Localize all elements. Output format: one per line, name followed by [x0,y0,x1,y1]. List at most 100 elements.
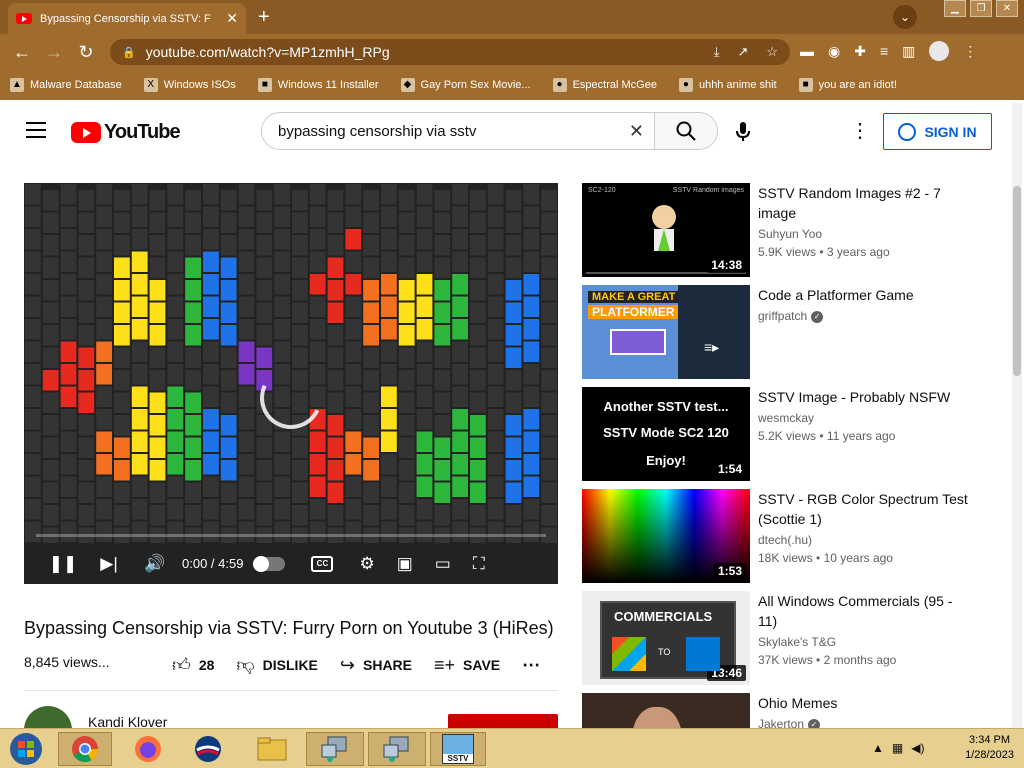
bookmark-item[interactable]: ▲ Malware Database [10,78,122,92]
address-bar[interactable]: 🔒 youtube.com/watch?v=MP1zmhH_RPg ⤓ ↗ ☆ [110,39,790,65]
recommendation-channel[interactable]: griffpatch ✓ [758,309,824,323]
mosaic-tile [149,482,166,503]
system-clock[interactable]: 3:34 PM 1/28/2023 [965,733,1014,763]
dislike-button[interactable]: 👎︎ DISLIKE [236,654,318,676]
install-icon[interactable]: ⤓ [714,44,720,60]
minimize-icon[interactable]: ▁ [944,0,966,17]
reload-icon[interactable]: ↻ [70,42,102,63]
mosaic-tile [452,229,468,250]
browser-menu-icon[interactable]: ⋮ [963,43,977,60]
recommendation-thumbnail[interactable]: 1:53 [582,489,750,583]
recommendation-item[interactable]: 1:53 SSTV - RGB Color Spectrum Test (Sco… [582,489,1002,583]
like-button[interactable]: 👍︎ 28 [172,654,214,676]
youtube-logo[interactable]: YouTube [71,121,181,144]
recommendation-thumbnail[interactable]: Another SSTV test... SSTV Mode SC2 120 Enj… [582,387,750,481]
search-input[interactable]: bypassing censorship via sstv ✕ [261,112,655,150]
recommendation-thumbnail[interactable]: SC2-120 SSTV Random images 14:38 [582,183,750,277]
recommendation-channel[interactable]: Suhyun Yoo [758,227,822,241]
recommendation-item[interactable]: COMMERCIALS TO 13:46 All Windows Commercia… [582,591,1002,685]
recommendation-title[interactable]: All Windows Commercials (95 - 11) [758,591,968,631]
view-count[interactable]: 8,845 views... [24,654,110,670]
mosaic-tile [416,184,433,205]
window-close-icon[interactable]: ✕ [996,0,1018,17]
recommendation-item[interactable]: Another SSTV test... SSTV Mode SC2 120 Enj… [582,387,1002,481]
tab-close-icon[interactable]: ✕ [226,10,238,27]
taskbar-network-1[interactable] [306,732,364,766]
taskbar-app[interactable] [186,732,230,766]
autoplay-toggle[interactable] [253,555,286,572]
back-icon[interactable]: ← [6,42,38,63]
bookmark-item[interactable]: X Windows ISOs [143,78,236,92]
taskbar-firefox[interactable] [126,732,170,766]
extensions-puzzle-icon[interactable]: ✚ [854,43,866,60]
captions-icon[interactable]: CC [311,555,334,572]
taskbar-network-2[interactable] [368,732,426,766]
clear-search-icon[interactable]: ✕ [629,121,644,142]
miniplayer-icon[interactable]: ▣ [397,554,413,574]
recommendation-title[interactable]: Ohio Memes [758,693,968,713]
share-button[interactable]: ↪ SHARE [340,655,412,676]
bookmark-favicon-icon: ◆ [400,78,415,92]
search-button[interactable] [654,112,718,150]
recommendation-item[interactable]: MAKE A GREATPLATFORMER15≡▸ Code a Platfo… [582,285,1002,379]
taskbar-sstv[interactable]: SSTV [430,732,486,766]
tab-search-icon[interactable]: ⌄ [893,5,917,29]
mosaic-tile [42,190,59,211]
mosaic-color-tile [78,347,95,368]
mosaic-tile [541,190,557,211]
recommendation-channel[interactable]: Skylake's T&G [758,635,836,649]
start-button[interactable] [6,732,46,766]
profile-avatar-icon[interactable] [929,41,950,61]
new-tab-icon[interactable]: + [258,6,270,29]
settings-gear-icon[interactable]: ⚙ [359,554,374,574]
extension-avatar-icon[interactable]: ◉ [828,43,840,60]
tray-expand-icon[interactable]: ▲ [872,741,884,755]
recommendation-channel[interactable]: dtech(.hu) [758,533,812,547]
recommendation-thumbnail[interactable]: COMMERCIALS TO 13:46 [582,591,750,685]
volume-tray-icon[interactable]: ◀) [911,741,924,755]
mosaic-tile [398,347,415,368]
fullscreen-icon[interactable]: ⛶ [473,554,485,574]
forward-icon[interactable]: → [38,42,70,63]
taskbar-chrome[interactable] [58,732,112,766]
recommendation-channel[interactable]: wesmckay [758,411,814,425]
media-queue-icon[interactable]: ≡ [880,43,888,59]
settings-menu-icon[interactable]: ⋮ [850,118,870,143]
recommendation-item[interactable]: SC2-120 SSTV Random images 14:38 SSTV Rand… [582,183,1002,277]
recommendation-title[interactable]: SSTV - RGB Color Spectrum Test (Scottie … [758,489,968,529]
side-panel-icon[interactable]: ▥ [902,43,915,60]
recommendation-title[interactable]: SSTV Image - Probably NSFW [758,387,968,407]
volume-icon[interactable]: 🔊 [132,554,178,574]
voice-search-icon[interactable] [736,122,750,147]
recommendation-title[interactable]: Code a Platformer Game [758,285,968,305]
theater-mode-icon[interactable]: ▭ [435,554,451,574]
extension-flag-icon[interactable]: ▬ [800,43,814,59]
sign-in-button[interactable]: SIGN IN [883,113,992,150]
hamburger-menu-icon[interactable] [26,122,46,143]
recommendation-thumbnail[interactable]: MAKE A GREATPLATFORMER15≡▸ [582,285,750,379]
bookmark-item[interactable]: ■ Windows 11 Installer [257,78,379,92]
lock-icon[interactable]: 🔒 [122,46,136,59]
recommendation-title[interactable]: SSTV Random Images #2 - 7 image [758,183,968,223]
share-page-icon[interactable]: ↗ [737,44,748,60]
mosaic-tile [381,229,397,250]
network-tray-icon[interactable]: ▦ [892,741,903,755]
pause-icon[interactable]: ❚❚ [40,554,86,574]
save-button[interactable]: ≡+ SAVE [434,655,500,676]
progress-bar[interactable] [36,534,546,537]
mosaic-tile [541,257,557,278]
video-player[interactable]: ❚❚ ▶| 🔊 0:00 / 4:59 CC ⚙ ▣ ▭ ⛶ [24,183,558,584]
bookmark-item[interactable]: ■ you are an idiot! [798,78,897,92]
bookmark-item[interactable]: ◆ Gay Porn Sex Movie... [400,78,531,92]
mosaic-tile [398,482,415,503]
mosaic-tile [25,431,41,452]
restore-icon[interactable]: ❐ [970,0,992,17]
browser-tab[interactable]: Bypassing Censorship via SSTV: F ✕ [8,3,246,34]
more-actions-icon[interactable]: ⋯ [522,655,540,676]
next-icon[interactable]: ▶| [86,554,132,574]
bookmark-star-icon[interactable]: ☆ [766,44,778,60]
bookmark-item[interactable]: ● Espectral McGee [552,78,657,92]
scrollbar-thumb[interactable] [1013,186,1021,376]
taskbar-explorer[interactable] [250,732,294,766]
bookmark-item[interactable]: ● uhhh anime shit [678,78,777,92]
